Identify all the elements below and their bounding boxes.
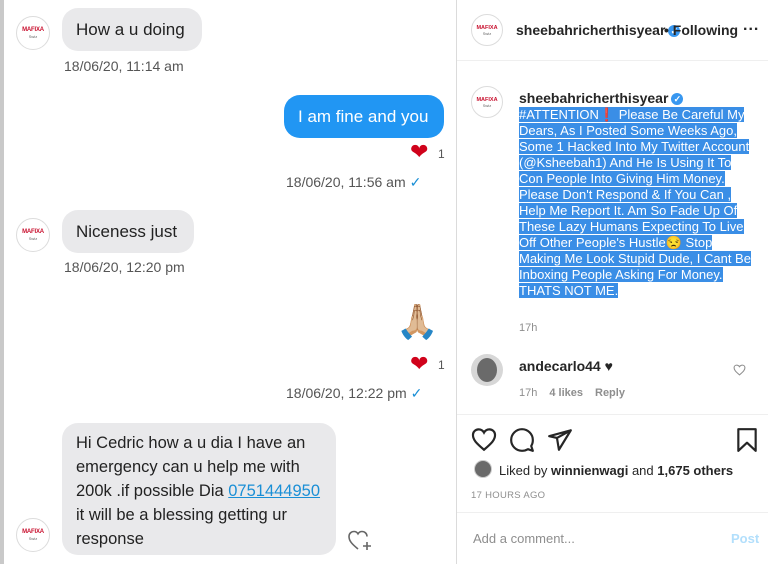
message-timestamp: 18/06/20, 12:22 pm ✓ bbox=[286, 385, 422, 402]
comment-bubble-icon[interactable] bbox=[509, 427, 535, 453]
share-paper-plane-icon[interactable] bbox=[547, 427, 573, 453]
author-avatar[interactable]: MAFIXA Swiz bbox=[471, 14, 503, 46]
post-timestamp: 17 HOURS AGO bbox=[471, 490, 546, 501]
like-heart-icon[interactable] bbox=[471, 427, 497, 453]
username-text: sheebahricherthisyear bbox=[519, 90, 669, 106]
message-timestamp: 18/06/20, 12:20 pm bbox=[64, 259, 185, 275]
delivered-check-icon: ✓ bbox=[410, 385, 423, 401]
reply-button[interactable]: Reply bbox=[595, 387, 625, 399]
commenter-avatar[interactable] bbox=[471, 354, 503, 386]
phone-number-link[interactable]: 0751444950 bbox=[228, 482, 320, 500]
post-comment-button[interactable]: Post bbox=[731, 531, 759, 546]
comment-box-divider bbox=[457, 512, 768, 513]
avatar-sub-text: Swiz bbox=[28, 536, 38, 541]
delivered-check-icon: ✓ bbox=[409, 174, 422, 190]
message-text: I am fine and you bbox=[298, 106, 429, 126]
heart-reaction-icon[interactable]: ❤ bbox=[410, 141, 428, 163]
message-text: it will be a blessing getting ur respons… bbox=[76, 506, 287, 548]
add-reaction-icon[interactable] bbox=[347, 528, 373, 552]
avatar-sub-text: Swiz bbox=[28, 236, 38, 241]
avatar-sub-text: Swiz bbox=[482, 102, 492, 108]
timestamp-text: 18/06/20, 11:56 am bbox=[286, 174, 406, 190]
following-button[interactable]: • Following bbox=[664, 22, 738, 38]
left-edge-strip bbox=[0, 0, 4, 564]
chat-screenshot: MAFIXA Swiz How a u doing 18/06/20, 11:1… bbox=[0, 0, 456, 564]
incoming-message-bubble: Niceness just bbox=[62, 210, 194, 253]
liked-by-connector: and bbox=[628, 463, 658, 478]
caption-author-avatar[interactable]: MAFIXA Swiz bbox=[471, 86, 503, 118]
commenter-username[interactable]: andecarlo44 bbox=[519, 358, 601, 374]
incoming-message-bubble: Hi Cedric how a u dia I have an emergenc… bbox=[62, 423, 336, 555]
timestamp-text: 18/06/20, 12:22 pm bbox=[286, 385, 407, 401]
avatar-logo-text: MAFIXA bbox=[22, 529, 44, 535]
actions-divider bbox=[457, 414, 768, 415]
reaction-count: 1 bbox=[438, 147, 445, 161]
caption-author-username[interactable]: sheebahricherthisyear ✓ bbox=[519, 90, 684, 106]
liked-by-summary: Liked by winnienwagi and 1,675 others bbox=[499, 463, 733, 478]
message-text: How a u doing bbox=[76, 19, 185, 39]
avatar-logo-text: MAFIXA bbox=[22, 27, 44, 33]
liked-by-prefix: Liked by bbox=[499, 463, 552, 478]
instagram-post-panel: MAFIXA Swiz sheebahricherthisyear ✓ • Fol… bbox=[457, 0, 768, 564]
like-comment-heart-icon[interactable] bbox=[733, 364, 746, 376]
comment-age: 17h bbox=[519, 387, 538, 399]
caption-age: 17h bbox=[519, 322, 538, 334]
comment-likes-count[interactable]: 4 likes bbox=[549, 387, 583, 399]
message-text: Niceness just bbox=[76, 221, 178, 241]
author-username[interactable]: sheebahricherthisyear ✓ bbox=[516, 22, 681, 38]
likes-count[interactable]: 1,675 others bbox=[657, 463, 733, 478]
comment: andecarlo44 ♥ bbox=[519, 358, 613, 374]
liker-avatar[interactable] bbox=[474, 460, 492, 478]
sender-avatar: MAFIXA Swiz bbox=[16, 16, 50, 50]
comment-text: ♥ bbox=[604, 358, 613, 374]
post-header: MAFIXA Swiz sheebahricherthisyear ✓ • Fol… bbox=[457, 0, 768, 61]
avatar-sub-text: Swiz bbox=[28, 34, 38, 39]
username-text: sheebahricherthisyear bbox=[516, 22, 666, 38]
sender-avatar: MAFIXA Swiz bbox=[16, 218, 50, 252]
save-bookmark-icon[interactable] bbox=[734, 427, 760, 453]
message-timestamp: 18/06/20, 11:56 am ✓ bbox=[286, 174, 421, 191]
reaction-count: 1 bbox=[438, 358, 445, 372]
avatar-logo-text: MAFIXA bbox=[22, 229, 44, 235]
comment-meta: 17h 4 likes Reply bbox=[519, 387, 637, 399]
outgoing-message-bubble: I am fine and you bbox=[284, 95, 444, 138]
heart-reaction-icon[interactable]: ❤ bbox=[410, 353, 428, 375]
incoming-message-bubble: How a u doing bbox=[62, 8, 202, 51]
liked-by-username[interactable]: winnienwagi bbox=[551, 463, 628, 478]
message-timestamp: 18/06/20, 11:14 am bbox=[64, 58, 184, 74]
sender-avatar: MAFIXA Swiz bbox=[16, 518, 50, 552]
avatar-sub-text: Swiz bbox=[482, 30, 492, 36]
caption-text: #ATTENTION❗ Please Be Careful My Dears, … bbox=[519, 107, 751, 298]
post-caption: #ATTENTION❗ Please Be Careful My Dears, … bbox=[519, 107, 751, 299]
verified-badge-icon: ✓ bbox=[671, 93, 684, 106]
praying-hands-emoji: 🙏🏼 bbox=[396, 303, 439, 341]
more-options-icon[interactable]: ... bbox=[743, 17, 759, 35]
add-comment-input[interactable]: Add a comment... bbox=[473, 531, 575, 546]
